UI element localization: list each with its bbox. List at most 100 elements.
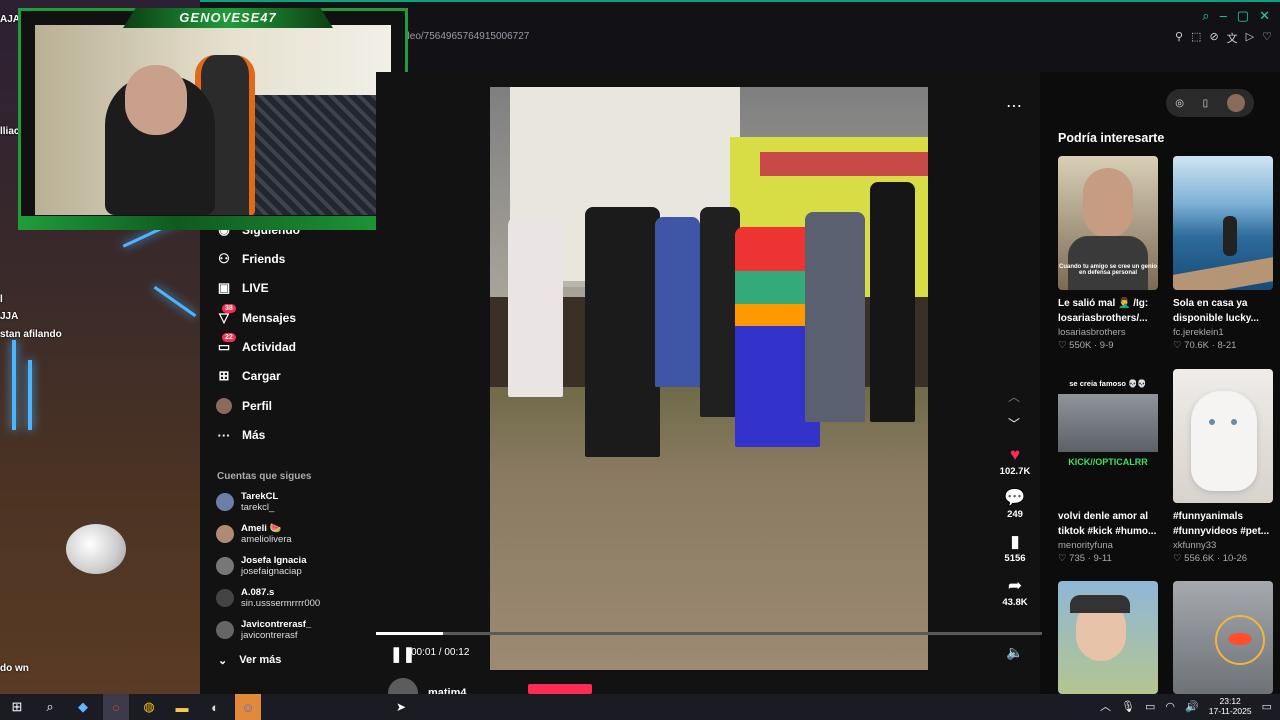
video-thumbnail [1173,369,1273,503]
translate-icon[interactable]: 文 [1227,30,1238,46]
avatar [216,621,234,639]
microphone-icon[interactable]: 🎙 [1121,700,1135,713]
chevron-up-icon[interactable]: ︿ [1100,698,1111,714]
chrome-icon[interactable]: ◍ [136,694,162,720]
compass-icon[interactable]: ◎ [1175,98,1184,109]
ball-object [66,524,126,574]
followed-account[interactable]: Ameli 🍉 ameliolivera [216,523,292,545]
video-progress-bar[interactable] [376,632,1042,635]
sidebar-item-friends[interactable]: ⚇ Friends [216,251,285,267]
sidebar-item-label: Perfil [242,399,273,413]
avatar [216,525,234,543]
account-name: Ameli 🍉 [241,523,282,534]
video-thumbnail: se creia famoso 💀💀 KICK//OPTICALRR [1058,369,1158,503]
more-icon: ··· [217,427,231,443]
avatar[interactable] [1226,94,1245,112]
followed-account[interactable]: TarekCL tarekcl_ [216,491,278,513]
sidebar-item-messages[interactable]: ▽ 38 Mensajes [216,304,296,326]
notification-icon[interactable]: ▭ [1262,700,1272,713]
activity-icon: ▭ 22 [216,333,236,355]
recommendation-card[interactable]: Sola en casa ya disponible lucky... fc.j… [1173,156,1273,352]
account-name: Josefa Ignacia [241,555,307,566]
maximize-icon[interactable]: ▢ [1237,8,1249,24]
speaker-icon[interactable]: 🔊 [1185,700,1199,713]
video-stats: ♡ 70.6K · 8-21 [1173,340,1237,351]
sidebar-item-profile[interactable]: Perfil [216,398,272,414]
see-more-button[interactable]: ⌄ Ver más [218,654,281,667]
windows-start-icon[interactable]: ⊞ [4,694,30,720]
opera-icon[interactable]: ○ [103,694,129,720]
friends-icon: ⚇ [218,251,230,266]
account-pill: ◎ ▯ [1166,89,1254,117]
recommendation-card[interactable] [1173,581,1273,694]
search-icon[interactable]: ⌕ [37,694,63,720]
webcam-feed [35,25,391,215]
obs-icon[interactable]: ◐ [202,694,228,720]
messages-badge: 38 [222,304,236,313]
minimize-icon[interactable]: – [1220,8,1227,24]
like-button[interactable]: ♥ 102.7K [995,445,1035,477]
profile-icon [216,398,232,414]
pin-icon[interactable]: ⚲ [1175,30,1183,46]
recommendation-card[interactable]: se creia famoso 💀💀 KICK//OPTICALRR volvi… [1058,369,1158,565]
activity-badge: 22 [222,333,236,342]
video-red-awning [760,152,928,176]
video-frame[interactable] [490,87,928,670]
account-handle: josefaignaciap [241,566,302,577]
video-person [655,217,700,387]
address-bar-url[interactable]: ideo/7564965764915006727 [402,31,529,42]
sidebar-item-upload[interactable]: ⊞ Cargar [216,368,281,384]
followed-account[interactable]: A.087.s sin.usssermrrrr000 [216,587,320,609]
clock[interactable]: 23:12 17-11-2025 [1209,696,1252,716]
heart-outline-icon[interactable]: ♡ [1262,30,1272,46]
chevron-down-icon: ⌄ [218,655,228,667]
window-controls: ⌕ – ▢ ✕ [1202,8,1270,24]
close-icon[interactable]: ✕ [1259,8,1270,24]
followed-account[interactable]: Javicontrerasf_ javicontrerasf [216,619,311,641]
discord-icon[interactable]: ☺ [235,694,261,720]
clock-date: 17-11-2025 [1208,706,1252,716]
live-icon: ▣ [217,280,231,295]
share-button[interactable]: ➦ 43.8K [995,576,1035,608]
more-options-icon[interactable]: ⋯ [1006,96,1022,116]
chevron-down-icon[interactable]: ﹀ [1008,415,1020,432]
avatar [216,589,234,607]
video-thumbnail [1173,156,1273,290]
wifi-icon[interactable]: ◠ [1165,700,1175,713]
bookmark-count: 5156 [1004,553,1026,564]
video-person [700,207,740,417]
video-thumbnail: Cuando tu amigo se cree un genio en defe… [1058,156,1158,290]
followed-account[interactable]: Josefa Ignacia josefaignaciap [216,555,306,577]
search-icon[interactable]: ⌕ [1202,8,1209,24]
bed-object [241,95,391,215]
crop-icon[interactable]: ⬚ [1191,30,1201,46]
sidebar-item-label: Cargar [242,369,281,383]
follow-button[interactable] [528,684,592,694]
avatar [216,557,234,575]
network-icon[interactable]: ▭ [1145,700,1155,713]
bookmark-button[interactable]: ▮ 5156 [995,532,1035,564]
account-handle: sin.usssermrrrr000 [241,598,321,609]
account-name: TarekCL [241,491,279,502]
sidebar-item-live[interactable]: ▣ LIVE [216,280,269,296]
comment-button[interactable]: 💬 249 [995,488,1035,520]
recommendation-card[interactable]: Cuando tu amigo se cree un genio en defe… [1058,156,1158,352]
recommendation-card[interactable]: #funnyanimals #funnyvideos #pet... xkfun… [1173,369,1273,565]
copilot-icon[interactable]: ◆ [70,694,96,720]
thumbnail-text: Cuando tu amigo se cree un genio en defe… [1058,264,1157,276]
chevron-up-icon[interactable]: ︿ [1008,388,1020,405]
video-stats: ♡ 550K · 9-9 [1058,340,1114,351]
like-count: 550K [1069,340,1092,351]
volume-icon[interactable]: 🔈 [1006,644,1023,661]
block-icon[interactable]: ⊘ [1209,30,1218,46]
phone-icon[interactable]: ▯ [1203,98,1209,109]
sidebar-item-more[interactable]: ··· Más [216,427,266,443]
sidebar-item-activity[interactable]: ▭ 22 Actividad [216,333,296,355]
play-icon[interactable]: ▷ [1246,30,1254,46]
account-name: Javicontrerasf_ [241,619,312,630]
account-handle: tarekcl_ [241,502,275,513]
webcam-overlay [18,8,411,230]
folder-icon[interactable]: ▬ [169,694,195,720]
video-progress-fill [376,632,443,635]
recommendation-card[interactable] [1058,581,1158,694]
